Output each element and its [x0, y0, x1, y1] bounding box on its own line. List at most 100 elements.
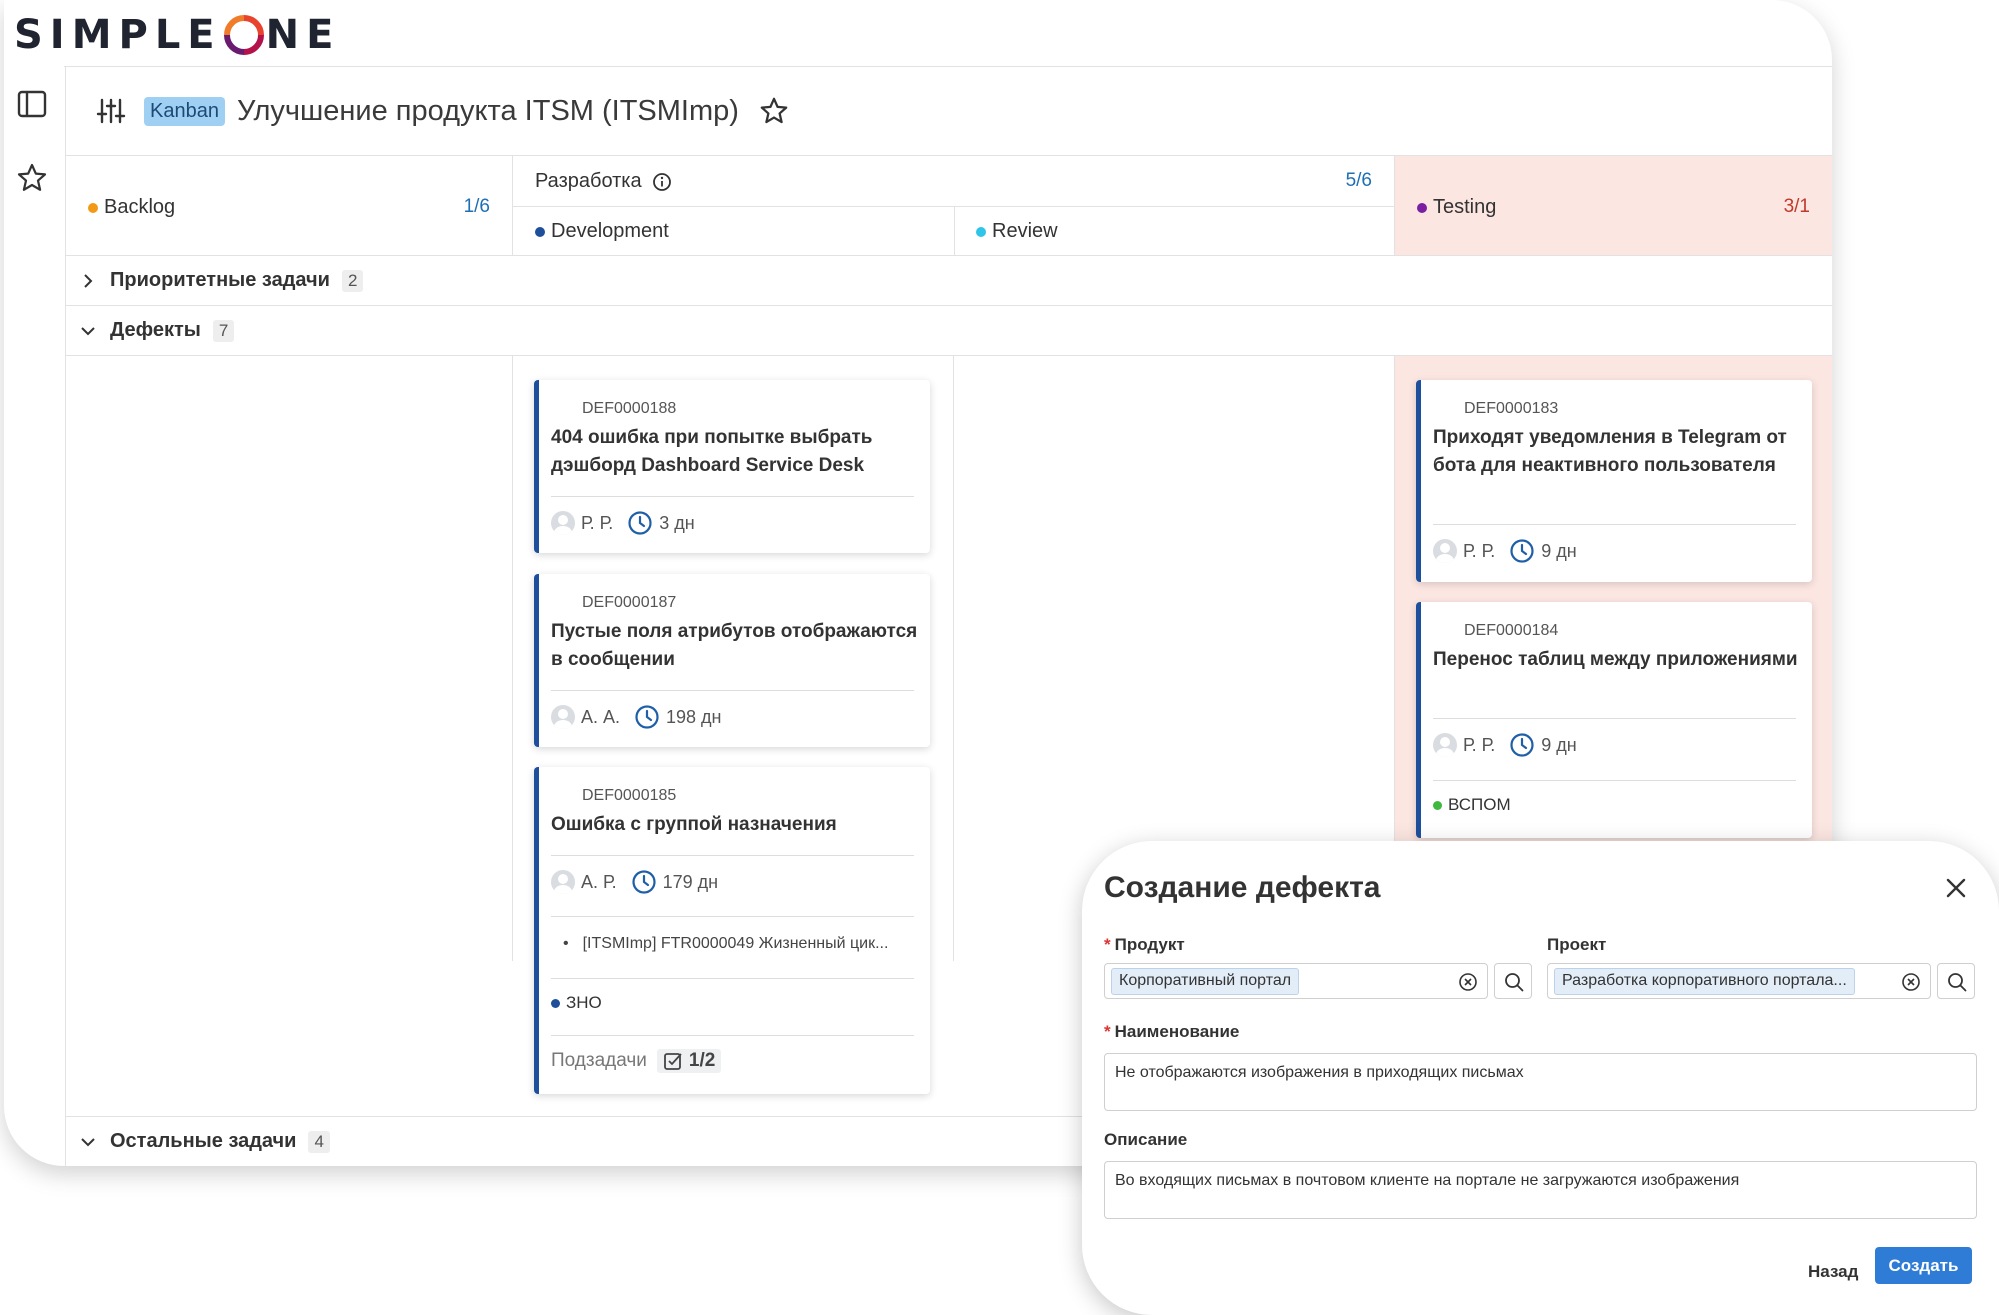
swimlane-count: 7 [212, 319, 235, 342]
swimlane-label: Приоритетные задачи [110, 269, 330, 291]
bullet: • [563, 935, 569, 952]
logo-ring-icon [223, 15, 264, 55]
tag-dot [551, 998, 560, 1008]
swimlane-count: 4 [308, 1130, 330, 1153]
clear-icon[interactable] [1900, 971, 1922, 993]
column-header-review: Review [976, 220, 1058, 243]
column-count: 1/6 [463, 196, 490, 217]
status-dot [1417, 202, 1427, 213]
chevron-down-icon[interactable] [78, 321, 98, 341]
name-input[interactable]: Не отображаются изображения в приходящих… [1104, 1053, 1977, 1111]
assignee-initials: А. А. [581, 706, 621, 727]
tag-label: ВСПОМ [1448, 795, 1511, 814]
swimlane-label: Дефекты [110, 319, 201, 341]
clock-icon [635, 705, 659, 729]
avatar [551, 511, 575, 535]
kanban-card[interactable]: DEF0000185 Ошибка с группой назначения А… [534, 767, 930, 1094]
card-age: 9 дн [1541, 734, 1577, 755]
column-name: Backlog [104, 196, 176, 218]
swimlane-defects[interactable]: Дефекты 7 [66, 306, 1832, 356]
project-field[interactable]: Разработка корпоративного портала... [1547, 963, 1931, 999]
column-group-development: Разработка 5/6 Development Review [512, 155, 1394, 256]
project-chip: Разработка корпоративного портала... [1554, 968, 1855, 995]
filter-settings-icon[interactable] [96, 96, 126, 126]
status-dot [535, 226, 545, 237]
avatar [1433, 539, 1457, 563]
assignee-initials: А. Р. [581, 871, 617, 892]
card-age: 179 дн [662, 871, 719, 892]
description-input[interactable]: Во входящих письмах в почтовом клиенте н… [1104, 1161, 1977, 1219]
board-favorite-star-icon[interactable] [759, 96, 789, 126]
sidebar-toggle-icon[interactable] [16, 88, 48, 120]
product-chip: Корпоративный портал [1111, 968, 1300, 995]
search-icon [1505, 973, 1524, 992]
avatar [1433, 733, 1457, 757]
card-divider [551, 1035, 914, 1036]
card-id: DEF0000185 [582, 787, 677, 804]
kanban-card[interactable]: DEF0000183 Приходят уведомления в Telegr… [1416, 380, 1812, 582]
card-id: DEF0000184 [1464, 622, 1559, 639]
product-field[interactable]: Корпоративный портал [1104, 963, 1488, 999]
project-search-button[interactable] [1937, 963, 1975, 999]
tag-label: ЗНО [566, 993, 602, 1012]
subcolumn-divider [954, 206, 955, 255]
card-title: 404 ошибка при попытке выбрать дэшборд D… [551, 427, 873, 476]
kanban-card[interactable]: DEF0000184 Перенос таблиц между приложен… [1416, 602, 1812, 838]
checkbox-icon [664, 1053, 682, 1070]
card-divider [1433, 524, 1796, 525]
status-dot [88, 202, 98, 213]
name-label: * Наименование [1104, 1022, 1240, 1041]
product-search-button[interactable] [1494, 963, 1532, 999]
swimlane-label: Остальные задачи [110, 1130, 297, 1152]
chevron-down-icon[interactable] [78, 1132, 98, 1152]
card-divider [551, 690, 914, 691]
avatar [551, 870, 575, 894]
card-divider [1433, 718, 1796, 719]
swimlane-count: 2 [341, 269, 364, 292]
status-dot [976, 226, 986, 237]
close-icon[interactable] [1943, 875, 1969, 901]
column-divider [512, 356, 513, 961]
card-title: Приходят уведомления в Telegram от бота … [1433, 427, 1787, 476]
column-divider [953, 356, 954, 961]
column-name: Testing [1433, 196, 1497, 218]
kanban-card[interactable]: DEF0000187 Пустые поля атрибутов отображ… [534, 574, 930, 747]
favorites-star-icon[interactable] [16, 162, 48, 194]
column-name: Review [992, 220, 1058, 242]
clock-icon [632, 870, 656, 894]
card-tag: ЗНО [551, 993, 602, 1013]
logo-text-left: SIMPLE [14, 12, 222, 58]
clear-icon[interactable] [1457, 971, 1479, 993]
clock-icon [1510, 733, 1534, 757]
project-label: Проект [1547, 935, 1607, 954]
board-title: Улучшение продукта ITSM (ITSMImp) [236, 94, 739, 127]
card-subtasks[interactable]: Подзадачи 1/2 [551, 1049, 722, 1073]
product-label: * Продукт [1104, 935, 1185, 954]
back-button[interactable]: Назад [1802, 1254, 1864, 1290]
required-mark: * [1104, 1022, 1111, 1041]
card-related-link[interactable]: • [ITSMImp] FTR0000049 Жизненный цик... [563, 935, 888, 953]
create-button[interactable]: Создать [1875, 1247, 1972, 1284]
column-header-backlog: Backlog 1/6 [66, 155, 512, 256]
card-meta: Р. Р. 3 дн [551, 510, 695, 536]
card-divider [551, 855, 914, 856]
card-age: 3 дн [659, 512, 695, 533]
swimlane-priority[interactable]: Приоритетные задачи 2 [66, 256, 1832, 306]
column-header-testing: Testing 3/1 [1394, 155, 1832, 256]
card-title: Перенос таблиц между приложениями [1433, 649, 1798, 670]
column-count: 3/1 [1783, 196, 1810, 217]
required-mark: * [1104, 935, 1111, 954]
info-icon[interactable] [652, 172, 672, 192]
description-label: Описание [1104, 1130, 1188, 1149]
card-divider [551, 978, 914, 979]
avatar [551, 705, 575, 729]
card-age: 198 дн [666, 706, 722, 727]
logo-text-right: NE [265, 12, 341, 58]
clock-icon [1510, 539, 1534, 563]
chevron-right-icon[interactable] [78, 271, 98, 291]
related-link-text: [ITSMImp] FTR0000049 Жизненный цик... [582, 935, 889, 952]
subtasks-badge: 1/2 [656, 1049, 722, 1073]
kanban-card[interactable]: DEF0000188 404 ошибка при попытке выбрат… [534, 380, 930, 553]
subtasks-count: 1/2 [688, 1050, 716, 1071]
card-divider [551, 916, 914, 917]
